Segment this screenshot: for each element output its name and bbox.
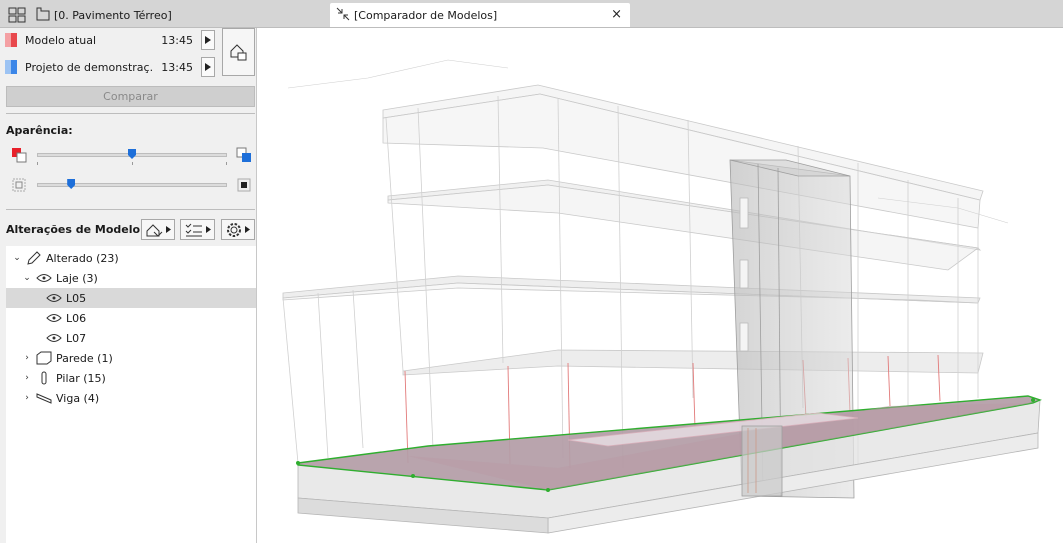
tree-node-slab[interactable]: ⌄ Laje (3) [6, 268, 256, 288]
demo-model-name: Projeto de demonstraç... [25, 60, 153, 74]
current-model-time: 13:45 [161, 33, 193, 47]
model-3d-viewport[interactable] [258, 28, 1063, 543]
eye-icon [46, 331, 62, 345]
tree-node-beam[interactable]: › Viga (4) [6, 388, 256, 408]
comparison-panel: Modelo atual 13:45 Projeto de demonstraç… [0, 28, 257, 543]
column-icon [36, 371, 52, 385]
filter-elements-button[interactable] [141, 219, 175, 240]
tab-compare-label: [Comparador de Modelos] [354, 8, 498, 22]
chevron-right-icon[interactable]: › [22, 373, 32, 383]
list-options-button[interactable] [180, 219, 215, 240]
settings-button[interactable] [221, 219, 255, 240]
divider [6, 209, 255, 210]
tree-node-l05[interactable]: L05 [6, 288, 256, 308]
play-icon [205, 36, 211, 44]
compare-icon [336, 7, 350, 24]
chevron-right-icon[interactable]: › [22, 393, 32, 403]
tree-label: L06 [66, 311, 87, 325]
transparency-slider-thumb[interactable] [67, 179, 76, 189]
chevron-right-icon[interactable]: › [22, 353, 32, 363]
tree-label: L05 [66, 291, 87, 305]
eye-icon [46, 291, 62, 305]
tree-label: Viga (4) [56, 391, 100, 405]
tree-node-wall[interactable]: › Parede (1) [6, 348, 256, 368]
transparency-dark-icon [236, 177, 252, 193]
transparency-slider[interactable] [37, 183, 227, 187]
play-icon [166, 226, 171, 233]
tree-label: Laje (3) [56, 271, 98, 285]
model-changes-label: Alterações de Modelo: [6, 223, 145, 236]
beam-icon [36, 391, 52, 405]
compare-button[interactable]: Comparar [6, 86, 255, 107]
appearance-label: Aparência: [6, 124, 73, 137]
current-model-name: Modelo atual [25, 33, 97, 47]
pencil-icon [26, 251, 42, 265]
tab-floor-plan-label: [0. Pavimento Térreo] [54, 8, 172, 22]
gear-icon [227, 222, 241, 237]
eye-icon [46, 311, 62, 325]
blue-model-icon [236, 147, 252, 163]
floor-plan-icon [36, 7, 50, 24]
demo-model-swatch [5, 60, 17, 74]
tree-label: Alterado (23) [46, 251, 119, 265]
demo-model-time: 13:45 [161, 60, 193, 74]
color-balance-slider-thumb[interactable] [128, 149, 136, 159]
model-row-demo[interactable]: Projeto de demonstraç... 13:45 [5, 57, 215, 77]
checklist-icon [185, 223, 202, 236]
close-icon[interactable]: × [611, 7, 622, 22]
upper-floor-plates [282, 84, 984, 376]
grid-view-icon[interactable] [6, 5, 28, 25]
current-model-menu-button[interactable] [201, 30, 215, 50]
tab-bar: [0. Pavimento Térreo] [Comparador de Mod… [0, 0, 1063, 28]
lower-core-block [741, 425, 783, 497]
demo-model-menu-button[interactable] [201, 57, 215, 77]
slider-ticks [37, 162, 227, 165]
building-model-3d [282, 59, 1042, 534]
element-filter-icon [146, 223, 163, 237]
tree-label: L07 [66, 331, 87, 345]
wall-icon [36, 351, 52, 365]
play-icon [205, 63, 211, 71]
current-model-swatch [5, 33, 17, 47]
divider [6, 113, 255, 114]
tree-node-changed[interactable]: ⌄ Alterado (23) [6, 248, 256, 268]
swap-models-button[interactable] [222, 28, 255, 76]
chevron-down-icon[interactable]: ⌄ [22, 273, 32, 283]
changes-tree: ⌄ Alterado (23) ⌄ Laje (3) L05 L06 L07 ›… [6, 246, 256, 543]
play-icon [245, 226, 250, 233]
model-row-current[interactable]: Modelo atual 13:45 [5, 30, 215, 50]
tree-node-l06[interactable]: L06 [6, 308, 256, 328]
house-swap-icon [230, 44, 246, 61]
tab-floor-plan[interactable]: [0. Pavimento Térreo] [30, 3, 262, 27]
eye-icon [36, 271, 52, 285]
transparency-light-icon [11, 177, 27, 193]
tree-label: Pilar (15) [56, 371, 106, 385]
play-icon [205, 226, 211, 233]
tree-node-column[interactable]: › Pilar (15) [6, 368, 256, 388]
chevron-down-icon[interactable]: ⌄ [12, 253, 22, 263]
tab-model-compare[interactable]: [Comparador de Modelos] × [330, 3, 630, 27]
tree-label: Parede (1) [56, 351, 113, 365]
tree-node-l07[interactable]: L07 [6, 328, 256, 348]
red-model-icon [11, 147, 27, 163]
